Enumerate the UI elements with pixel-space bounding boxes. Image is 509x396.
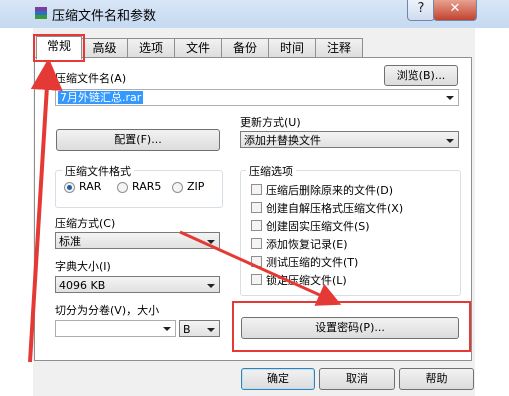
arrow-to-set-password [179,230,342,306]
tab-general[interactable]: 常规 [36,36,82,60]
arrow-to-general-tab [28,58,63,363]
window: 压缩文件名和参数 ? ✕ 常规 高级 选项 文件 备份 时间 注释 压缩文件名(… [0,0,509,396]
